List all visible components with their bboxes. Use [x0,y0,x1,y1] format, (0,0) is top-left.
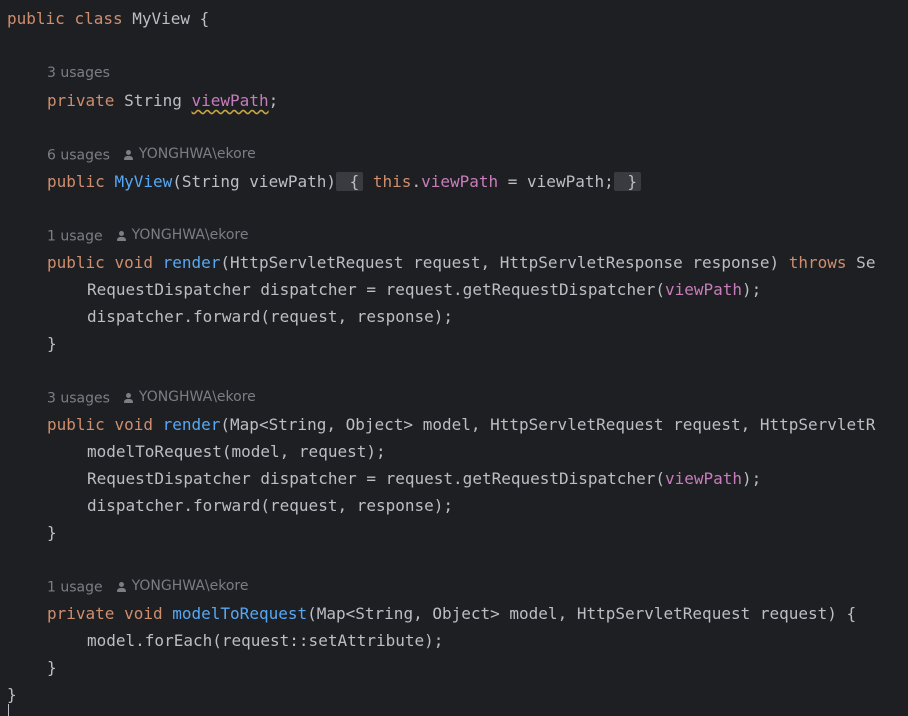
field-usages-hint[interactable]: 3 usages [0,60,110,87]
author-hint[interactable]: YONGHWA\ekore [123,141,256,168]
author-name: YONGHWA\ekore [131,227,249,243]
keyword-void: void [114,253,153,272]
class-declaration-line[interactable]: public class MyView { [7,5,209,32]
method-name-modeltorequest[interactable]: modelToRequest [172,604,307,623]
code-text: RequestDispatcher dispatcher = request.g… [87,469,665,488]
type-string: String [124,91,182,110]
m2r-params: (Map<String, Object> model, HttpServletR… [307,604,857,623]
keyword-public: public [7,9,65,28]
author-name: YONGHWA\ekore [131,578,249,594]
render1-params: (HttpServletRequest request, HttpServlet… [220,253,789,272]
code-text: RequestDispatcher dispatcher = request.g… [87,280,665,299]
author-name: YONGHWA\ekore [138,146,256,162]
field-viewpath-ref[interactable]: viewPath [665,469,742,488]
m2r-usages-hint[interactable]: 1 usage YONGHWA\ekore [0,573,248,600]
m2r-declaration-line[interactable]: private void modelToRequest(Map<String, … [0,600,856,627]
close-brace-line[interactable]: } [0,519,57,546]
usages-count[interactable]: 1 usage [47,229,103,245]
field-viewpath-ref[interactable]: viewPath [665,280,742,299]
close-brace: } [47,523,57,542]
code-line[interactable]: RequestDispatcher dispatcher = request.g… [0,465,761,492]
render2-declaration-line[interactable]: public void render(Map<String, Object> m… [0,411,875,438]
person-icon [123,149,133,160]
keyword-class: class [74,9,123,28]
semicolon: ; [268,91,279,110]
ctor-declaration-line[interactable]: public MyView(String viewPath) { this.vi… [0,168,641,195]
code-text: ); [742,469,762,488]
class-close-brace: } [7,685,17,704]
close-brace-line[interactable]: } [0,330,57,357]
usages-count[interactable]: 6 usages [47,148,110,164]
fold-close-brace[interactable]: } [613,172,641,191]
code-editor[interactable]: public class MyView { 3 usages private S… [0,0,908,716]
code-line[interactable]: model.forEach(request::setAttribute); [0,627,443,654]
author-hint[interactable]: YONGHWA\ekore [123,384,256,411]
usages-count[interactable]: 3 usages [47,391,110,407]
keyword-public: public [47,415,105,434]
method-name-render[interactable]: render [163,415,221,434]
person-icon [116,581,126,592]
code-line[interactable]: dispatcher.forward(request, response); [0,492,453,519]
code-text: dispatcher.forward(request, response); [87,307,454,326]
code-line[interactable]: RequestDispatcher dispatcher = request.g… [0,276,761,303]
author-hint[interactable]: YONGHWA\ekore [116,573,249,600]
usages-count[interactable]: 3 usages [47,65,110,81]
ctor-assignment: = viewPath; [498,172,614,191]
field-viewpath-ref[interactable]: viewPath [421,172,498,191]
ctor-name[interactable]: MyView [114,172,172,191]
code-text: modelToRequest(model, request); [87,442,386,461]
class-open-brace: { [190,9,210,28]
code-text: dispatcher.forward(request, response); [87,496,454,515]
fold-open-brace[interactable]: { [336,172,364,191]
ctor-params: (String viewPath) [172,172,336,191]
keyword-void: void [124,604,163,623]
keyword-public: public [47,253,105,272]
code-line[interactable]: dispatcher.forward(request, response); [0,303,453,330]
author-hint[interactable]: YONGHWA\ekore [116,222,249,249]
usages-count[interactable]: 1 usage [47,580,103,596]
keyword-public: public [47,172,105,191]
close-brace: } [47,658,57,677]
code-text: ); [742,280,762,299]
keyword-private: private [47,604,115,623]
person-icon [116,230,126,241]
render1-exception: Se [846,253,876,272]
close-brace-line[interactable]: } [0,654,57,681]
keyword-private: private [47,91,115,110]
render1-usages-hint[interactable]: 1 usage YONGHWA\ekore [0,222,248,249]
person-icon [123,392,133,403]
code-line[interactable]: modelToRequest(model, request); [0,438,386,465]
method-name-render[interactable]: render [163,253,221,272]
class-name[interactable]: MyView [132,9,190,28]
keyword-void: void [114,415,153,434]
keyword-this: this [372,172,412,191]
field-declaration-line[interactable]: private String viewPath; [0,87,278,114]
author-name: YONGHWA\ekore [138,389,256,405]
render2-params: (Map<String, Object> model, HttpServletR… [220,415,876,434]
render1-declaration-line[interactable]: public void render(HttpServletRequest re… [0,249,875,276]
text-caret [8,704,9,716]
ctor-usages-hint[interactable]: 6 usages YONGHWA\ekore [0,141,256,168]
close-brace: } [47,334,57,353]
render2-usages-hint[interactable]: 3 usages YONGHWA\ekore [0,384,256,411]
field-viewpath[interactable]: viewPath [192,91,269,110]
code-text: model.forEach(request::setAttribute); [87,631,444,650]
keyword-throws: throws [788,253,847,272]
dot: . [411,172,422,191]
